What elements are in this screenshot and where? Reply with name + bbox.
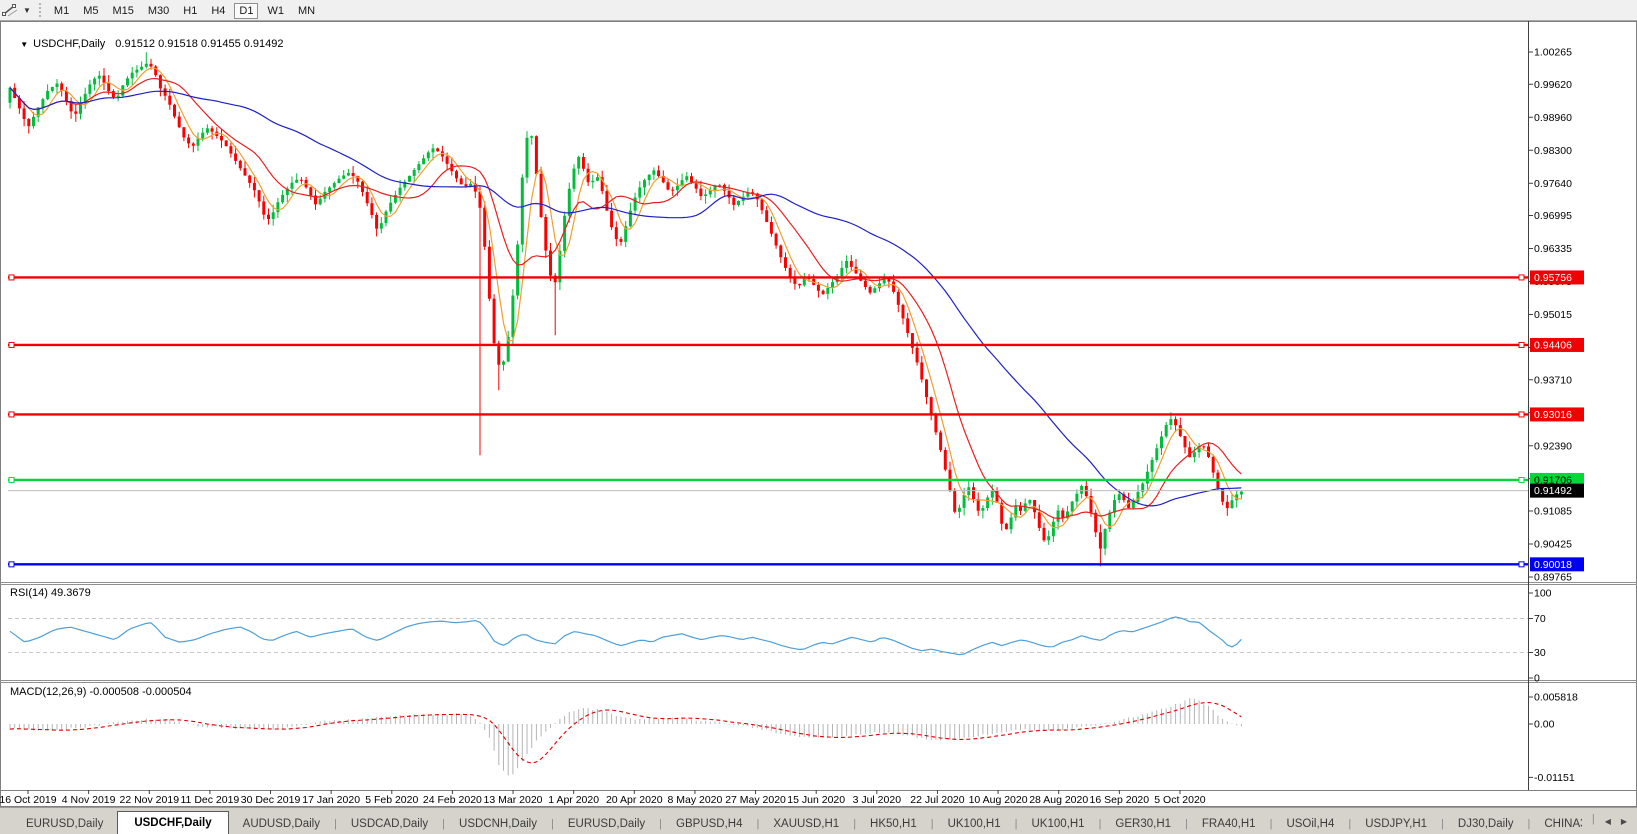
rsi-label: RSI(14) 49.3679 bbox=[10, 587, 91, 599]
svg-text:1 Apr 2020: 1 Apr 2020 bbox=[548, 794, 599, 806]
svg-text:-0.01151: -0.01151 bbox=[1534, 772, 1575, 784]
svg-text:30: 30 bbox=[1534, 647, 1546, 659]
tab-scroll-left-icon[interactable]: ◀ bbox=[1605, 817, 1611, 826]
tab-separator: | bbox=[1591, 813, 1595, 825]
svg-text:0.96995: 0.96995 bbox=[1534, 210, 1572, 222]
chart-tab-china300-h1[interactable]: CHINA300,H1 bbox=[1530, 814, 1581, 834]
tab-scroll-right-icon[interactable]: ▶ bbox=[1621, 817, 1627, 826]
svg-text:17 Jan 2020: 17 Jan 2020 bbox=[302, 794, 360, 806]
svg-text:0.94406: 0.94406 bbox=[1534, 339, 1572, 351]
chart-collapse-icon[interactable]: ▼ bbox=[20, 40, 28, 49]
svg-text:0.00: 0.00 bbox=[1534, 719, 1555, 731]
svg-text:16 Oct 2019: 16 Oct 2019 bbox=[0, 794, 57, 806]
chart-tab-usdcnh-daily[interactable]: USDCNH,Daily bbox=[445, 814, 551, 834]
svg-text:0.92390: 0.92390 bbox=[1534, 440, 1572, 452]
chart-tab-audusd-daily[interactable]: AUDUSD,Daily bbox=[229, 814, 334, 834]
chart-tab-usdchf-daily[interactable]: USDCHF,Daily bbox=[117, 811, 229, 834]
svg-text:0.93710: 0.93710 bbox=[1534, 374, 1572, 386]
svg-text:100: 100 bbox=[1534, 588, 1552, 600]
svg-text:0.98300: 0.98300 bbox=[1534, 145, 1572, 157]
chart-tab-xauusd-h1[interactable]: XAUUSD,H1 bbox=[759, 814, 853, 834]
timeframe-button-h4[interactable]: H4 bbox=[206, 3, 230, 19]
svg-text:4 Nov 2019: 4 Nov 2019 bbox=[62, 794, 116, 806]
toolbar-separator bbox=[38, 3, 41, 17]
svg-text:0.95015: 0.95015 bbox=[1534, 309, 1572, 321]
chart-tab-uk100-h1[interactable]: UK100,H1 bbox=[1018, 814, 1099, 834]
svg-text:30 Dec 2019: 30 Dec 2019 bbox=[241, 794, 301, 806]
svg-text:0.89765: 0.89765 bbox=[1534, 572, 1572, 584]
chart-tab-usdjpy-h1[interactable]: USDJPY,H1 bbox=[1351, 814, 1441, 834]
price-badge-0.90018: 0.90018 bbox=[1530, 557, 1584, 572]
svg-text:0.005818: 0.005818 bbox=[1534, 692, 1578, 704]
svg-text:15 Jun 2020: 15 Jun 2020 bbox=[787, 794, 845, 806]
svg-text:10 Aug 2020: 10 Aug 2020 bbox=[969, 794, 1028, 806]
timeframe-button-m5[interactable]: M5 bbox=[78, 3, 103, 19]
price-badge-0.95756: 0.95756 bbox=[1530, 270, 1584, 285]
svg-text:0.96335: 0.96335 bbox=[1534, 243, 1572, 255]
svg-text:24 Feb 2020: 24 Feb 2020 bbox=[423, 794, 482, 806]
svg-text:5 Feb 2020: 5 Feb 2020 bbox=[365, 794, 418, 806]
chart-tab-uk100-h1[interactable]: UK100,H1 bbox=[934, 814, 1015, 834]
chart-tab-hk50-h1[interactable]: HK50,H1 bbox=[856, 814, 931, 834]
chart-title: ▼ USDCHF,Daily 0.91512 0.91518 0.91455 0.9… bbox=[8, 26, 284, 62]
svg-text:20 Apr 2020: 20 Apr 2020 bbox=[606, 794, 663, 806]
svg-text:3 Jul 2020: 3 Jul 2020 bbox=[853, 794, 902, 806]
svg-text:0.93016: 0.93016 bbox=[1534, 409, 1572, 421]
chart-canvas[interactable]: RSI(14) 49.3679 MACD(12,26,9) -0.000508 -… bbox=[0, 0, 1637, 834]
svg-text:27 May 2020: 27 May 2020 bbox=[725, 794, 786, 806]
svg-text:5 Oct 2020: 5 Oct 2020 bbox=[1154, 794, 1206, 806]
chart-ohlc-values: 0.91512 0.91518 0.91455 0.91492 bbox=[115, 38, 284, 50]
tab-scroll-controls: | ◀ ▶ bbox=[1582, 808, 1637, 834]
timeframe-button-h1[interactable]: H1 bbox=[178, 3, 202, 19]
chart-tab-dj30-daily[interactable]: DJ30,Daily bbox=[1444, 814, 1528, 834]
line-tool-icon[interactable] bbox=[1, 2, 19, 18]
timeframe-button-m1[interactable]: M1 bbox=[49, 3, 74, 19]
chart-tab-gbpusd-h4[interactable]: GBPUSD,H4 bbox=[662, 814, 756, 834]
chart-tabs: EURUSD,Daily USDCHF,Daily AUDUSD,Daily | USD… bbox=[0, 808, 1582, 834]
svg-text:0.98960: 0.98960 bbox=[1534, 112, 1572, 124]
svg-text:16 Sep 2020: 16 Sep 2020 bbox=[1090, 794, 1150, 806]
svg-text:0.95756: 0.95756 bbox=[1534, 272, 1572, 284]
svg-text:0.91492: 0.91492 bbox=[1534, 485, 1572, 497]
current-price-badge: 0.91492 bbox=[1530, 483, 1584, 498]
macd-label: MACD(12,26,9) -0.000508 -0.000504 bbox=[10, 686, 192, 698]
chart-tab-fra40-h1[interactable]: FRA40,H1 bbox=[1188, 814, 1270, 834]
chart-tab-eurusd-daily[interactable]: EURUSD,Daily bbox=[554, 814, 659, 834]
svg-text:28 Aug 2020: 28 Aug 2020 bbox=[1029, 794, 1088, 806]
timeframe-button-m30[interactable]: M30 bbox=[143, 3, 174, 19]
price-badge-0.94406: 0.94406 bbox=[1530, 337, 1584, 352]
svg-text:22 Nov 2019: 22 Nov 2019 bbox=[119, 794, 179, 806]
chart-tab-usdcad-daily[interactable]: USDCAD,Daily bbox=[337, 814, 442, 834]
svg-text:0.90425: 0.90425 bbox=[1534, 539, 1572, 551]
svg-text:13 Mar 2020: 13 Mar 2020 bbox=[484, 794, 543, 806]
chart-tab-usoil-h4[interactable]: USOil,H4 bbox=[1272, 814, 1348, 834]
svg-text:0: 0 bbox=[1534, 673, 1540, 685]
timeframe-button-w1[interactable]: W1 bbox=[262, 3, 289, 19]
svg-text:11 Dec 2019: 11 Dec 2019 bbox=[181, 794, 240, 806]
timeframe-button-m15[interactable]: M15 bbox=[107, 3, 138, 19]
chart-tab-eurusd-daily[interactable]: EURUSD,Daily bbox=[12, 814, 117, 834]
svg-text:0.91085: 0.91085 bbox=[1534, 506, 1572, 518]
timeframe-buttons: M1 M5 M15 M30 H1 H4 D1 W1 MN bbox=[47, 1, 322, 19]
chart-tab-bar: EURUSD,Daily USDCHF,Daily AUDUSD,Daily | USD… bbox=[0, 807, 1637, 834]
svg-text:70: 70 bbox=[1534, 613, 1546, 625]
line-tool-dropdown-icon[interactable]: ▼ bbox=[19, 6, 35, 15]
price-badge-0.93016: 0.93016 bbox=[1530, 407, 1584, 422]
timeframe-toolbar: ▼ M1 M5 M15 M30 H1 H4 D1 W1 MN bbox=[0, 0, 1637, 21]
mt4-workspace: ▼ M1 M5 M15 M30 H1 H4 D1 W1 MN ▼ USDCHF,Daily 0.91… bbox=[0, 0, 1637, 834]
timeframe-button-d1[interactable]: D1 bbox=[234, 3, 259, 19]
svg-text:1.00265: 1.00265 bbox=[1534, 47, 1572, 59]
svg-text:0.90018: 0.90018 bbox=[1534, 559, 1572, 571]
svg-text:22 Jul 2020: 22 Jul 2020 bbox=[910, 794, 964, 806]
svg-text:0.97640: 0.97640 bbox=[1534, 178, 1572, 190]
timeframe-button-mn[interactable]: MN bbox=[293, 3, 320, 19]
svg-text:8 May 2020: 8 May 2020 bbox=[667, 794, 722, 806]
svg-text:0.99620: 0.99620 bbox=[1534, 79, 1572, 91]
chart-tab-ger30-h1[interactable]: GER30,H1 bbox=[1101, 814, 1185, 834]
chart-symbol-period: USDCHF,Daily bbox=[33, 38, 106, 50]
